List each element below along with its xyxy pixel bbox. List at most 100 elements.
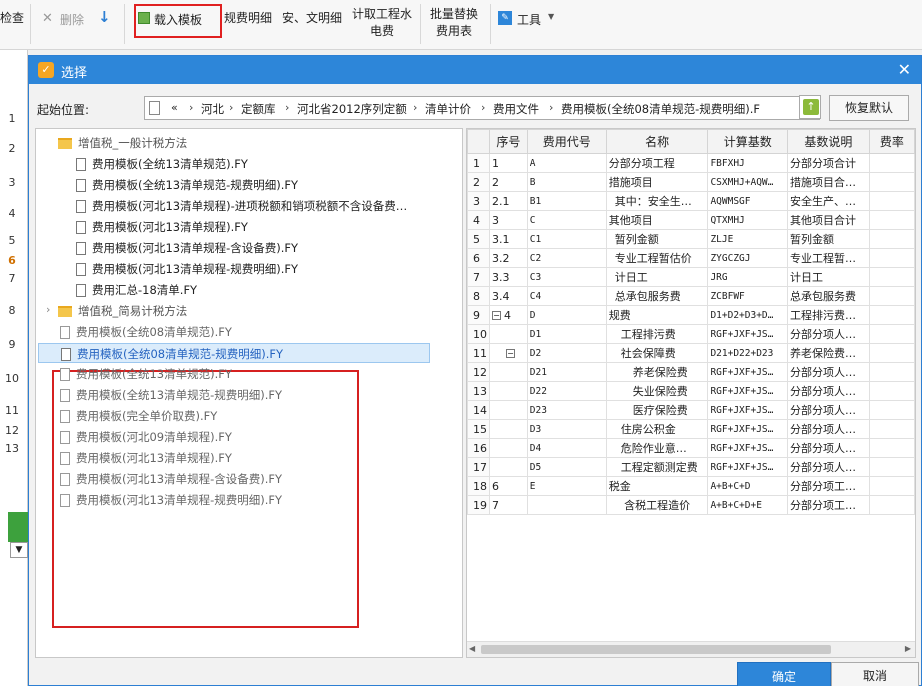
table-row[interactable]: 3 2.1 B1 其中：安全生… AQWMSGF 安全生产、… [467, 191, 915, 211]
tree-file-item[interactable]: 费用模板(完全单价取费).FY [38, 406, 448, 426]
breadcrumb-item[interactable]: 河北省2012序列定额 [297, 101, 407, 117]
cell-base[interactable]: RGF+JXF+JS… [707, 381, 789, 401]
cell-name[interactable]: 分部分项工程 [605, 153, 709, 173]
cell-desc[interactable]: 分部分项人… [787, 457, 870, 477]
cell-code[interactable]: C2 [526, 248, 607, 268]
cell-code[interactable]: C4 [526, 286, 607, 306]
tree-file-item[interactable]: 费用模板(全统13清单规范-规费明细).FY [38, 385, 448, 405]
cell-name[interactable]: 养老保险费 [605, 362, 709, 382]
cell-name[interactable]: 工程定额测定费 [605, 457, 709, 477]
fee-grid-pane[interactable]: 序号 费用代号 名称 计算基数 基数说明 费率 1 1 A 分部分项工程 FBFXHJ 分部分项合计… [466, 128, 916, 658]
collapse-toggle-icon[interactable]: − [506, 349, 515, 358]
cell-seq[interactable]: 6 [489, 476, 528, 496]
cell-code[interactable]: D21 [526, 362, 607, 382]
fee-detail-button[interactable]: 规费明细 [224, 9, 272, 26]
cell-base[interactable]: FBFXHJ [707, 153, 789, 173]
cell-seq[interactable]: 3.3 [489, 267, 528, 287]
cell-name[interactable]: 总承包服务费 [605, 286, 709, 306]
cell-rate[interactable] [868, 476, 915, 496]
grid-header-3[interactable]: 名称 [605, 129, 709, 154]
cell-name[interactable]: 其他项目 [605, 210, 709, 230]
cell-code[interactable]: D3 [526, 419, 607, 439]
cell-base[interactable]: D21+D22+D23 [707, 343, 789, 363]
cell-desc[interactable]: 其他项目合计 [787, 210, 870, 230]
cell-seq[interactable]: − [489, 343, 528, 363]
cell-base[interactable]: ZCBFWF [707, 286, 789, 306]
grid-header-2[interactable]: 费用代号 [526, 129, 607, 154]
cell-name[interactable]: 住房公积金 [605, 419, 709, 439]
up-folder-button[interactable]: ↑ [799, 95, 821, 119]
cell-base[interactable]: ZYGCZGJ [707, 248, 789, 268]
cell-desc[interactable]: 计日工 [787, 267, 870, 287]
cell-base[interactable]: RGF+JXF+JS… [707, 324, 789, 344]
table-row[interactable]: 16 D4 危险作业意… RGF+JXF+JS… 分部分项人… [467, 438, 915, 458]
grid-header-4[interactable]: 计算基数 [707, 129, 789, 154]
tree-file-item[interactable]: 费用汇总-18清单.FY [38, 280, 448, 300]
tree-file-item[interactable]: 费用模板(全统13清单规范-规费明细).FY [38, 175, 448, 195]
cell-base[interactable]: QTXMHJ [707, 210, 789, 230]
tree-file-item[interactable]: 费用模板(河北13清单规程-规费明细).FY [38, 259, 448, 279]
cell-code[interactable]: D22 [526, 381, 607, 401]
cell-name[interactable]: 规费 [605, 305, 709, 325]
load-template-button[interactable]: 载入模板 [154, 11, 202, 28]
tools-menu[interactable]: 工具 [517, 11, 541, 28]
cell-seq[interactable] [489, 400, 528, 420]
background-dropdown[interactable]: ▼ [10, 542, 28, 558]
cell-base[interactable]: ZLJE [707, 229, 789, 249]
cell-seq[interactable] [489, 419, 528, 439]
cell-code[interactable] [526, 495, 607, 515]
table-row[interactable]: 11 − D2 社会保障费 D21+D22+D23 养老保险费… [467, 343, 915, 363]
cell-seq[interactable]: 2.1 [489, 191, 528, 211]
cell-code[interactable]: D2 [526, 343, 607, 363]
breadcrumb-item[interactable]: 河北 [201, 101, 224, 117]
table-row[interactable]: 9−4 D 规费 D1+D2+D3+D… 工程排污费… [467, 305, 915, 325]
cell-seq[interactable]: 2 [489, 172, 528, 192]
cell-code[interactable]: D23 [526, 400, 607, 420]
cell-seq[interactable] [489, 381, 528, 401]
reset-default-button[interactable]: 恢复默认 [829, 95, 909, 121]
cell-rate[interactable] [868, 267, 915, 287]
scroll-right-icon[interactable]: ▶ [905, 644, 911, 653]
cell-name[interactable]: 医疗保险费 [605, 400, 709, 420]
cell-code[interactable]: D [526, 305, 607, 325]
batch-replace-button[interactable]: 批量替换 费用表 [430, 6, 478, 40]
cell-rate[interactable] [868, 305, 915, 325]
horizontal-scrollbar[interactable]: ◀ ▶ [467, 641, 915, 657]
tree-file-item[interactable]: 费用模板(河北13清单规程-规费明细).FY [38, 490, 448, 510]
cell-rate[interactable] [868, 381, 915, 401]
cell-desc[interactable]: 分部分项人… [787, 438, 870, 458]
close-icon[interactable]: ✕ [898, 60, 911, 79]
table-row[interactable]: 5 3.1 C1 暂列金额 ZLJE 暂列金额 [467, 229, 915, 249]
tree-file-item[interactable]: 费用模板(全统13清单规范).FY [38, 154, 448, 174]
table-row[interactable]: 1 1 A 分部分项工程 FBFXHJ 分部分项合计 [467, 153, 915, 173]
cell-seq[interactable] [489, 324, 528, 344]
table-row[interactable]: 18 6 E 税金 A+B+C+D 分部分项工… [467, 476, 915, 496]
path-back-button[interactable]: « [171, 101, 178, 114]
cell-rate[interactable] [868, 438, 915, 458]
cell-base[interactable]: RGF+JXF+JS… [707, 457, 789, 477]
cell-desc[interactable]: 分部分项人… [787, 400, 870, 420]
check-button[interactable]: 检查 [0, 9, 24, 26]
cell-base[interactable]: A+B+C+D+E [707, 495, 789, 515]
cell-desc[interactable]: 分部分项工… [787, 495, 870, 515]
cell-rate[interactable] [868, 248, 915, 268]
breadcrumb-item[interactable]: 费用文件 [493, 101, 539, 117]
cell-rate[interactable] [868, 495, 915, 515]
cancel-button[interactable]: 取消 [831, 662, 919, 686]
cell-name[interactable]: 失业保险费 [605, 381, 709, 401]
tree-file-item[interactable]: 费用模板(全统08清单规范-规费明细).FY [38, 343, 430, 363]
collapse-toggle-icon[interactable]: − [492, 311, 501, 320]
cell-desc[interactable]: 分部分项人… [787, 419, 870, 439]
cell-seq[interactable] [489, 362, 528, 382]
cell-base[interactable]: RGF+JXF+JS… [707, 419, 789, 439]
cell-seq[interactable]: 1 [489, 153, 528, 173]
path-breadcrumb[interactable]: « ▼ ›河北›定额库›河北省2012序列定额›清单计价›费用文件›费用模板(全… [144, 96, 820, 120]
template-tree[interactable]: 增值税_一般计税方法 费用模板(全统13清单规范).FY 费用模板(全统13清单规范… [35, 128, 463, 658]
cell-base[interactable]: AQWMSGF [707, 191, 789, 211]
table-row[interactable]: 7 3.3 C3 计日工 JRG 计日工 [467, 267, 915, 287]
table-row[interactable]: 2 2 B 措施项目 CSXMHJ+AQW… 措施项目合… [467, 172, 915, 192]
cell-seq[interactable]: −4 [489, 305, 528, 325]
cell-code[interactable]: B1 [526, 191, 607, 211]
cell-rate[interactable] [868, 229, 915, 249]
cell-desc[interactable]: 总承包服务费 [787, 286, 870, 306]
